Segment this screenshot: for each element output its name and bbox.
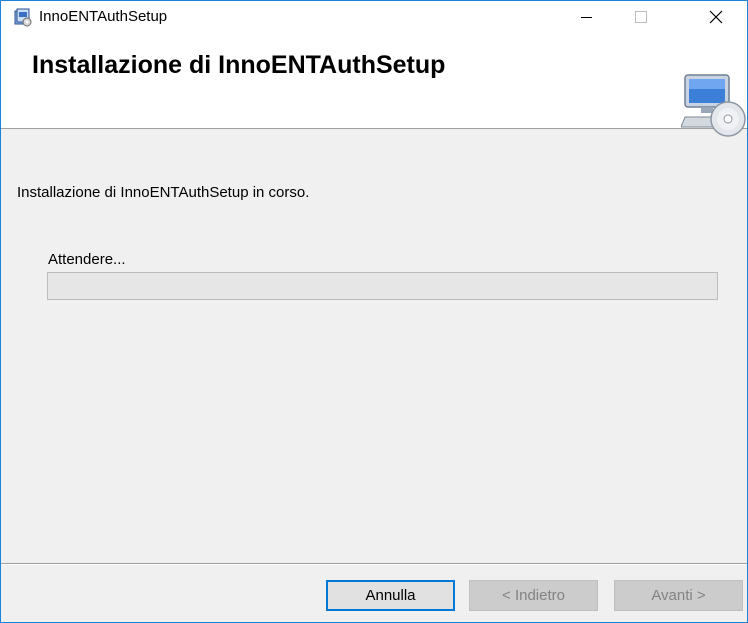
- minimize-button[interactable]: [563, 1, 609, 32]
- next-button[interactable]: Avanti >: [614, 580, 743, 611]
- close-button[interactable]: [693, 1, 739, 32]
- header-banner: [1, 32, 747, 129]
- back-button[interactable]: < Indietro: [469, 580, 598, 611]
- minimize-icon: [580, 17, 592, 18]
- window-title: InnoENTAuthSetup: [39, 8, 168, 25]
- installer-window: InnoENTAuthSetup Installazione di InnoEN…: [0, 0, 748, 623]
- installer-package-icon: [14, 8, 32, 27]
- footer-divider: [1, 563, 747, 565]
- computer-cd-icon: [681, 74, 746, 137]
- progress-label: Attendere...: [48, 251, 126, 268]
- maximize-icon: [635, 10, 647, 23]
- progress-bar: [47, 272, 718, 300]
- page-title: Installazione di InnoENTAuthSetup: [32, 51, 446, 79]
- maximize-button[interactable]: [618, 1, 664, 32]
- cancel-button[interactable]: Annulla: [326, 580, 455, 611]
- close-icon: [709, 10, 723, 23]
- status-text: Installazione di InnoENTAuthSetup in cor…: [17, 184, 310, 201]
- title-bar[interactable]: InnoENTAuthSetup: [1, 1, 747, 32]
